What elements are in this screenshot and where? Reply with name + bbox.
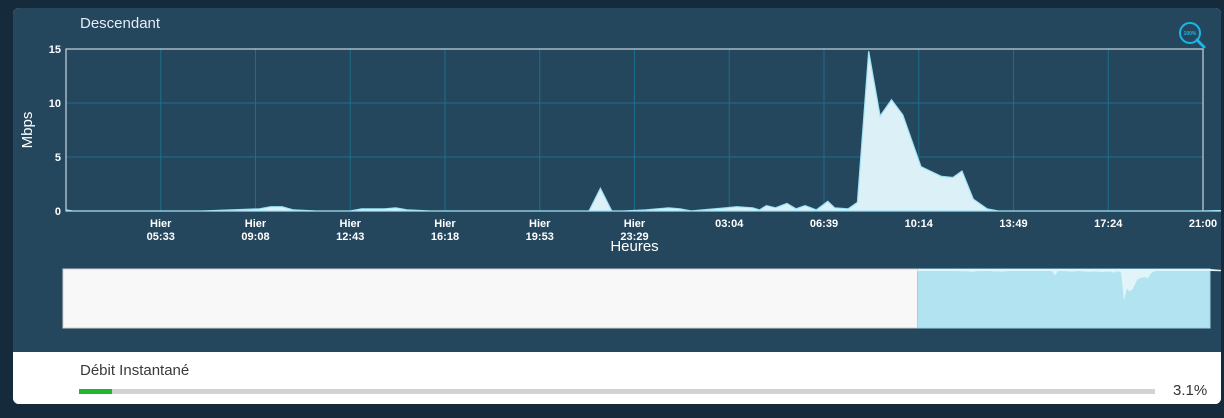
x-tick-label: 10:14 xyxy=(905,218,934,230)
x-tick-label-line: 06:39 xyxy=(810,218,838,230)
y-tick-label: 5 xyxy=(55,152,61,164)
x-tick-label-line: 19:53 xyxy=(526,231,554,243)
x-tick-label-line: 03:04 xyxy=(715,218,744,230)
instant-rate-label: Débit Instantané xyxy=(80,362,190,379)
x-tick-label: Hier 19:53 xyxy=(526,218,554,243)
x-tick-label-line: Hier xyxy=(245,218,267,230)
x-tick-label-line: 10:14 xyxy=(905,218,934,230)
instant-rate-fill xyxy=(79,389,113,394)
bandwidth-card: 0 5 10 15 Hier 05:33 Hier 09:08 Hier 12:43 Hier 16:… xyxy=(13,8,1221,404)
x-tick-label-line: Hier xyxy=(150,218,172,230)
x-tick-label: 13:49 xyxy=(999,218,1027,230)
x-tick-label: 17:24 xyxy=(1094,218,1123,230)
x-axis-title: Heures xyxy=(610,238,658,255)
y-tick-label: 10 xyxy=(49,98,61,110)
downstream-area-series xyxy=(65,51,1221,212)
magnifier-icon[interactable]: 100% xyxy=(1178,21,1208,51)
x-tick-label: Hier 09:08 xyxy=(241,218,269,243)
instant-rate-value: 3.1% xyxy=(1173,382,1208,399)
x-tick-label: Hier 12:43 xyxy=(336,218,364,243)
x-tick-label: 03:04 xyxy=(715,218,744,230)
x-tick-label: 21:00 xyxy=(1189,218,1217,230)
navigator-window xyxy=(917,268,1211,329)
x-tick-label: Hier 05:33 xyxy=(147,218,175,243)
x-tick-label-line: Hier xyxy=(434,218,456,230)
downstream-chart-panel: 0 5 10 15 Hier 05:33 Hier 09:08 Hier 12:43 Hier 16:… xyxy=(13,8,1221,352)
x-tick-label-line: 16:18 xyxy=(431,231,459,243)
x-tick-label-line: 05:33 xyxy=(147,231,175,243)
y-axis-title: Mbps xyxy=(19,112,36,149)
x-tick-label-line: 09:08 xyxy=(241,231,269,243)
instant-rate-section: Débit Instantané 3.1% xyxy=(13,352,1221,404)
x-tick-label: 06:39 xyxy=(810,218,838,230)
x-tick-label-line: Hier xyxy=(624,218,646,230)
chart-title: Descendant xyxy=(80,15,161,32)
y-tick-label: 0 xyxy=(55,206,61,218)
zoom-level-label: 100% xyxy=(1184,31,1197,37)
x-tick-label-line: 21:00 xyxy=(1189,218,1217,230)
instant-rate-track xyxy=(79,389,1155,394)
x-tick-label-line: Hier xyxy=(529,218,551,230)
x-tick-label-line: Hier xyxy=(340,218,362,230)
x-tick-label: Hier 16:18 xyxy=(431,218,459,243)
x-tick-label-line: 13:49 xyxy=(999,218,1027,230)
y-tick-label: 15 xyxy=(49,44,61,56)
x-tick-label-line: 12:43 xyxy=(336,231,364,243)
downstream-chart: 051015Hier 05:33Hier 09:08Hier 12:43Hier 16:… xyxy=(19,44,1221,329)
x-tick-label-line: 17:24 xyxy=(1094,218,1123,230)
